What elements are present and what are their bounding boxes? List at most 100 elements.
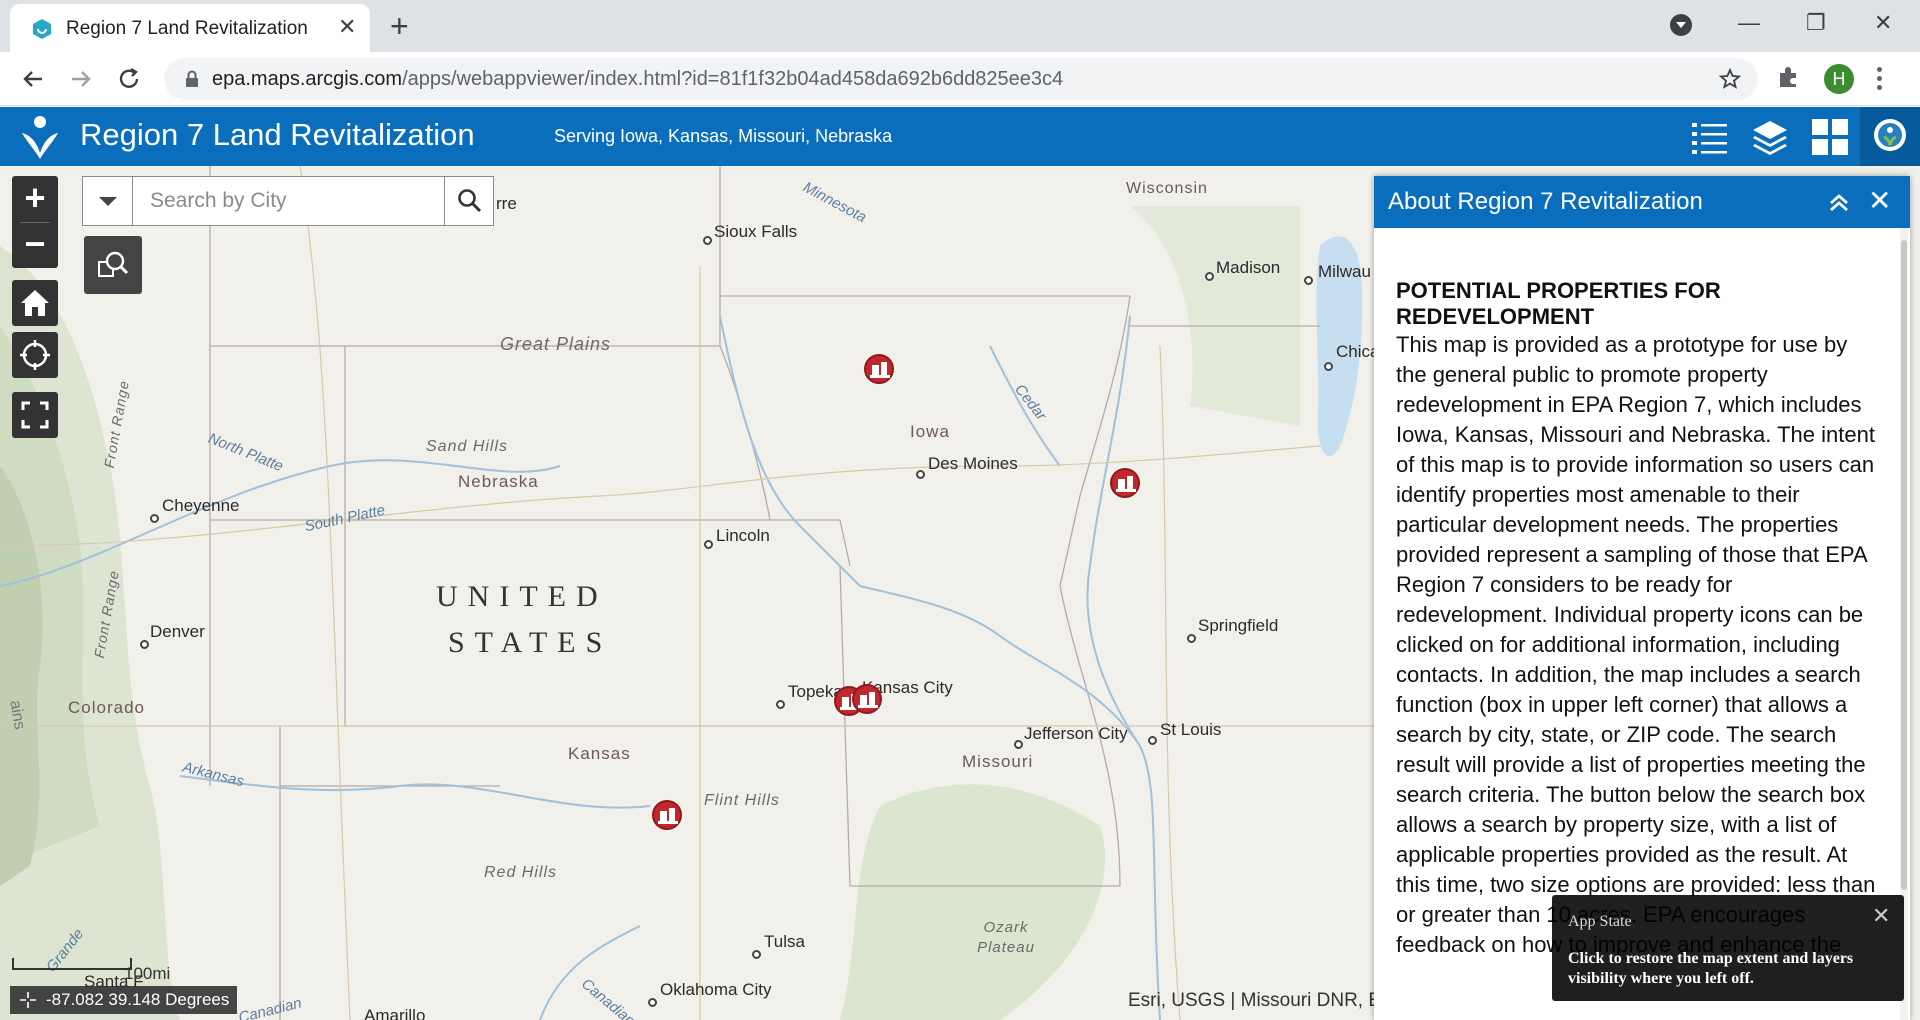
browser-menu-icon[interactable] [1874,64,1884,92]
bookmark-star-icon[interactable] [1718,67,1742,91]
city-dot-oklahoma-city [648,998,657,1007]
crosshair-icon [20,992,36,1008]
label-kansas: Kansas [568,744,631,763]
city-dot-sioux-falls [703,236,712,245]
about-widget-button[interactable] [1860,107,1920,166]
tab-close-icon[interactable]: ✕ [338,16,356,38]
forward-arrow-icon[interactable] [66,64,96,94]
property-icon [658,808,678,824]
property-marker[interactable] [852,684,882,714]
city-dot-chicago [1324,362,1333,371]
fullscreen-icon [21,401,49,429]
toast-message: Click to restore the map extent and laye… [1568,950,1854,987]
city-dot-denver [140,640,149,649]
property-icon [1116,476,1136,492]
city-dot-milwaukee [1304,276,1313,285]
city-edge-rre: rre [496,194,517,213]
about-close-icon[interactable]: ✕ [1868,186,1891,216]
label-sand-hills: Sand Hills [426,438,509,455]
search-source-dropdown[interactable] [83,177,133,225]
label-red-hills: Red Hills [484,864,558,881]
city-dot-jefferson-city [1014,740,1023,749]
home-icon [21,290,49,316]
lock-icon[interactable] [182,69,202,89]
minimize-icon[interactable]: — [1738,10,1760,36]
city-oklahoma-city: Oklahoma City [660,980,772,999]
browser-tab[interactable]: Region 7 Land Revitalization ✕ [10,4,370,52]
property-marker[interactable] [864,354,894,384]
city-lincoln: Lincoln [716,526,770,545]
city-dot-topeka [776,700,785,709]
city-dot-cheyenne [150,514,159,523]
map-attribution: Esri, USGS | Missouri DNR, E [1128,990,1382,1011]
zoom-out-button[interactable]: − [12,222,58,268]
search-input[interactable] [134,177,444,225]
app-subtitle: Serving Iowa, Kansas, Missouri, Nebraska [554,126,893,146]
restore-icon[interactable]: ❐ [1806,10,1826,36]
city-dot-madison [1205,272,1214,281]
fullscreen-button[interactable] [12,392,58,438]
coordinate-readout[interactable]: -87.082 39.148 Degrees [10,986,238,1014]
city-chicago: Chica [1336,342,1380,361]
city-cheyenne: Cheyenne [162,496,240,515]
label-ozark-plateau: Ozark Plateau [977,919,1035,956]
zoom-in-button[interactable]: + [12,176,58,222]
scale-label: 100mi [124,964,171,983]
collapse-chevron-icon[interactable] [1826,190,1852,216]
search-button[interactable] [444,177,494,225]
locate-icon [20,340,50,370]
toast-close-icon[interactable]: ✕ [1872,903,1890,929]
about-text: This map is provided as a prototype for … [1396,332,1876,957]
url-path: /apps/webappviewer/index.html?id=81f1f32… [402,68,1064,90]
about-panel: About Region 7 Revitalization ✕ POTENTIA… [1374,176,1910,1020]
property-marker[interactable] [1110,468,1140,498]
city-dot-des-moines [916,470,925,479]
extensions-puzzle-icon[interactable] [1776,64,1802,90]
zoom-controls: + − [12,176,58,268]
property-icon [858,692,878,708]
label-nebraska: Nebraska [458,472,539,491]
property-icon [870,362,890,378]
about-panel-title: About Region 7 Revitalization [1388,188,1703,215]
label-wisconsin: Wisconsin [1126,180,1208,197]
about-heading: POTENTIAL PROPERTIES FOR REDEVELOPMENT [1396,278,1721,329]
profile-avatar[interactable]: H [1824,64,1854,94]
tab-search-dropdown-icon[interactable] [1670,14,1692,36]
city-amarillo: Amarillo [364,1006,426,1020]
label-flint-hills: Flint Hills [704,792,780,809]
reload-icon[interactable] [114,64,144,94]
home-button[interactable] [12,280,58,326]
city-madison: Madison [1216,258,1281,277]
label-states: STATES [448,626,613,659]
app-title: Region 7 Land Revitalization [80,117,475,152]
label-iowa: Iowa [910,422,950,441]
city-search [82,176,494,226]
window-close-icon[interactable]: ✕ [1874,10,1892,36]
label-missouri: Missouri [962,752,1034,771]
search-icon [458,189,482,213]
address-bar[interactable]: epa.maps.arcgis.com/apps/webappviewer/in… [164,58,1758,100]
tab-title: Region 7 Land Revitalization [66,18,308,39]
app-header: Region 7 Land Revitalization Serving Iow… [0,107,1920,166]
city-des-moines: Des Moines [928,454,1018,473]
app-state-toast[interactable]: App State ✕ Click to restore the map ext… [1552,895,1904,1001]
new-tab-plus-icon[interactable]: + [390,10,409,42]
label-great-plains: Great Plains [500,334,612,354]
property-marker[interactable] [652,800,682,830]
about-scroll-thumb[interactable] [1901,240,1907,890]
back-arrow-icon[interactable] [18,64,48,94]
city-springfield: Springfield [1198,616,1279,635]
layers-icon[interactable] [1750,117,1790,157]
widget-grid-icon[interactable] [1810,117,1850,157]
browser-tabstrip: Region 7 Land Revitalization ✕ + — ❐ ✕ [0,0,1920,52]
city-sioux-falls: Sioux Falls [714,222,798,241]
url-text: epa.maps.arcgis.com/apps/webappviewer/in… [212,68,1063,91]
city-denver: Denver [150,622,205,641]
city-dot-springfield [1187,634,1196,643]
legend-list-icon[interactable] [1690,117,1730,157]
coordinates-text: -87.082 39.148 Degrees [46,990,230,1009]
query-by-size-button[interactable] [84,236,142,294]
city-st-louis: St Louis [1160,720,1222,739]
my-location-button[interactable] [12,332,58,378]
city-dot-tulsa [752,950,761,959]
